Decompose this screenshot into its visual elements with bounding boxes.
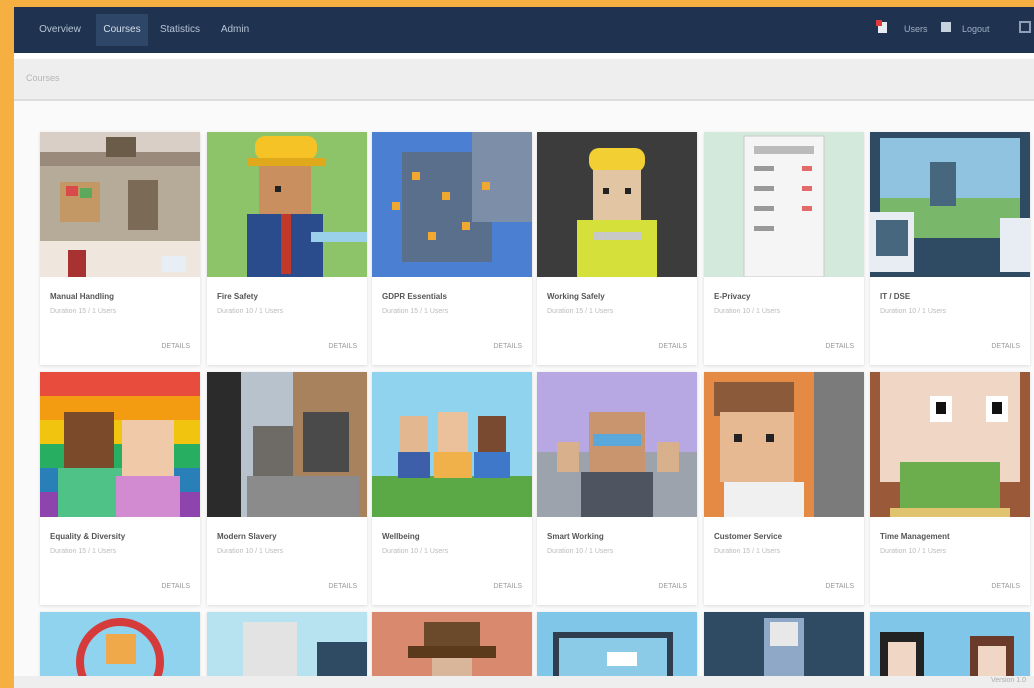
course-card[interactable]: Equality & Diversity Duration 15 / 1 Use…: [40, 372, 200, 605]
notification-icon[interactable]: [876, 20, 890, 36]
course-title: GDPR Essentials: [382, 292, 447, 301]
course-card[interactable]: Working Safely Duration 15 / 1 Users DET…: [537, 132, 697, 365]
course-card[interactable]: Smart Working Duration 10 / 1 Users DETA…: [537, 372, 697, 605]
course-card[interactable]: [372, 612, 532, 676]
details-button[interactable]: DETAILS: [825, 343, 854, 350]
course-title: Time Management: [880, 532, 950, 541]
course-card[interactable]: [537, 612, 697, 676]
course-thumbnail: [870, 132, 1030, 277]
course-thumbnail: [704, 612, 864, 676]
nav-item-overview[interactable]: Overview: [28, 20, 92, 40]
details-button[interactable]: DETAILS: [328, 583, 357, 590]
course-title: E-Privacy: [714, 292, 751, 301]
details-button[interactable]: DETAILS: [328, 343, 357, 350]
course-subtitle: Duration 10 / 1 Users: [382, 548, 449, 555]
course-thumbnail: [372, 612, 532, 676]
details-button[interactable]: DETAILS: [991, 343, 1020, 350]
course-thumbnail: [207, 372, 367, 517]
course-card[interactable]: [870, 612, 1030, 676]
course-title: Smart Working: [547, 532, 604, 541]
course-title: Manual Handling: [50, 292, 114, 301]
breadcrumb: Courses: [14, 59, 1034, 101]
course-title: Fire Safety: [217, 292, 258, 301]
course-subtitle: Duration 15 / 1 Users: [382, 308, 449, 315]
course-title: Working Safely: [547, 292, 605, 301]
course-card[interactable]: Manual Handling Duration 15 / 1 Users DE…: [40, 132, 200, 365]
course-thumbnail: [207, 132, 367, 277]
course-card[interactable]: Modern Slavery Duration 10 / 1 Users DET…: [207, 372, 367, 605]
course-subtitle: Duration 15 / 1 Users: [547, 308, 614, 315]
course-thumbnail: [537, 612, 697, 676]
nav-item-admin[interactable]: Admin: [212, 20, 258, 40]
course-subtitle: Duration 10 / 1 Users: [880, 308, 947, 315]
course-card[interactable]: [40, 612, 200, 676]
user-icon[interactable]: [940, 20, 954, 36]
users-link[interactable]: Users: [904, 22, 928, 36]
course-card[interactable]: E-Privacy Duration 10 / 1 Users DETAILS: [704, 132, 864, 365]
course-thumbnail: [40, 612, 200, 676]
course-subtitle: Duration 10 / 1 Users: [547, 548, 614, 555]
details-button[interactable]: DETAILS: [493, 583, 522, 590]
course-card[interactable]: IT / DSE Duration 10 / 1 Users DETAILS: [870, 132, 1030, 365]
course-thumbnail: [870, 612, 1030, 676]
breadcrumb-current: Courses: [26, 73, 60, 83]
details-button[interactable]: DETAILS: [658, 583, 687, 590]
course-title: IT / DSE: [880, 292, 911, 301]
course-subtitle: Duration 10 / 1 Users: [217, 548, 284, 555]
course-thumbnail: [207, 612, 367, 676]
course-card[interactable]: Wellbeing Duration 10 / 1 Users DETAILS: [372, 372, 532, 605]
top-navbar: Overview Courses Statistics Admin Users …: [14, 7, 1034, 53]
course-thumbnail: [372, 132, 532, 277]
course-subtitle: Duration 15 / 1 Users: [714, 548, 781, 555]
details-button[interactable]: DETAILS: [493, 343, 522, 350]
course-subtitle: Duration 10 / 1 Users: [880, 548, 947, 555]
app-window: Overview Courses Statistics Admin Users …: [14, 7, 1034, 688]
course-subtitle: Duration 15 / 1 Users: [50, 548, 117, 555]
course-thumbnail: [704, 132, 864, 277]
details-button[interactable]: DETAILS: [991, 583, 1020, 590]
details-button[interactable]: DETAILS: [825, 583, 854, 590]
course-title: Wellbeing: [382, 532, 420, 541]
course-card[interactable]: GDPR Essentials Duration 15 / 1 Users DE…: [372, 132, 532, 365]
logout-icon[interactable]: [1019, 20, 1033, 36]
nav-item-courses[interactable]: Courses: [96, 14, 148, 46]
course-card[interactable]: Customer Service Duration 15 / 1 Users D…: [704, 372, 864, 605]
footer-bar: Version 1.0: [14, 676, 1034, 688]
details-button[interactable]: DETAILS: [161, 583, 190, 590]
course-thumbnail: [40, 132, 200, 277]
course-subtitle: Duration 10 / 1 Users: [217, 308, 284, 315]
course-grid: Manual Handling Duration 15 / 1 Users DE…: [14, 101, 1034, 676]
nav-item-statistics[interactable]: Statistics: [152, 20, 208, 40]
course-subtitle: Duration 15 / 1 Users: [50, 308, 117, 315]
course-thumbnail: [537, 372, 697, 517]
course-title: Modern Slavery: [217, 532, 277, 541]
footer-version: Version 1.0: [990, 677, 1026, 684]
course-card[interactable]: [207, 612, 367, 676]
course-subtitle: Duration 10 / 1 Users: [714, 308, 781, 315]
course-thumbnail: [870, 372, 1030, 517]
course-thumbnail: [40, 372, 200, 517]
course-title: Customer Service: [714, 532, 783, 541]
course-thumbnail: [372, 372, 532, 517]
details-button[interactable]: DETAILS: [161, 343, 190, 350]
course-card[interactable]: Fire Safety Duration 10 / 1 Users DETAIL…: [207, 132, 367, 365]
details-button[interactable]: DETAILS: [658, 343, 687, 350]
logout-link[interactable]: Logout: [962, 22, 990, 36]
course-thumbnail: [704, 372, 864, 517]
course-title: Equality & Diversity: [50, 532, 126, 541]
course-card[interactable]: Time Management Duration 10 / 1 Users DE…: [870, 372, 1030, 605]
course-thumbnail: [537, 132, 697, 277]
course-card[interactable]: [704, 612, 864, 676]
